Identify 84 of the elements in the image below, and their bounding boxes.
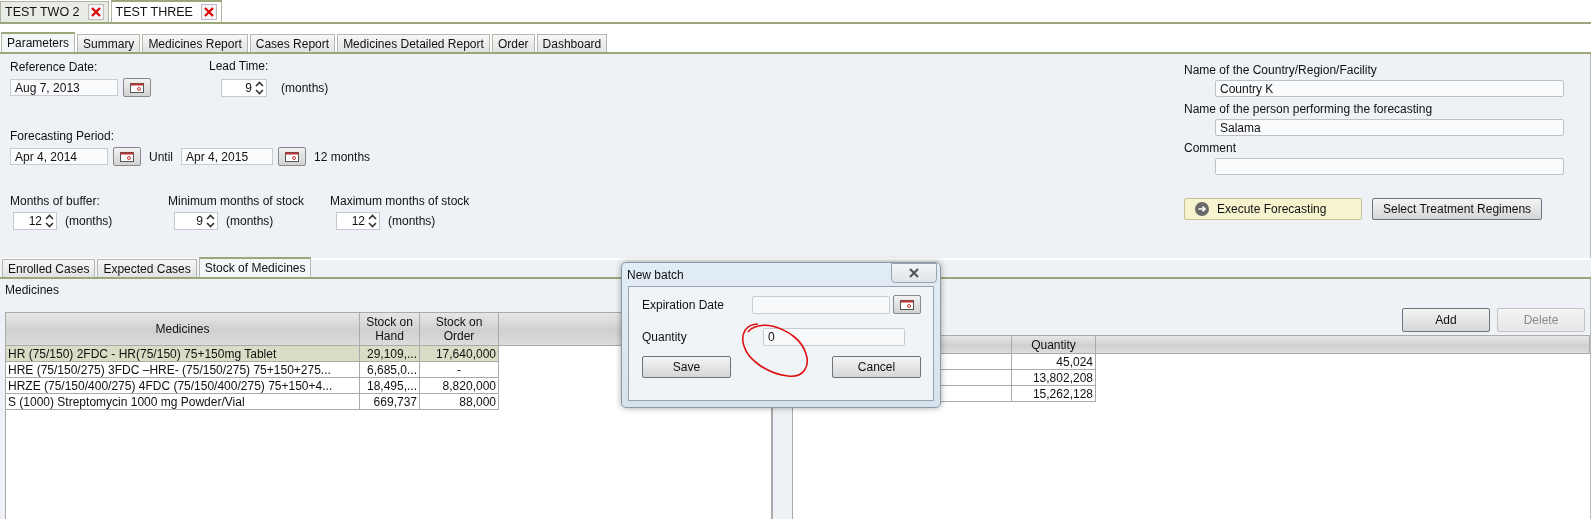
arrow-circle-icon <box>1195 202 1209 216</box>
calendar-button[interactable] <box>893 295 921 314</box>
calendar-button[interactable] <box>113 147 141 166</box>
field-label: Name of the person performing the forecasting <box>1184 102 1434 116</box>
field-label: Expiration Date <box>642 297 726 312</box>
field-label: Minimum months of stock <box>168 194 306 208</box>
unit-label: (months) <box>281 81 329 95</box>
table-cell: 88,000 <box>420 394 499 410</box>
table-cell: 13,802,208 <box>1012 370 1096 386</box>
unit-label: (months) <box>226 214 274 228</box>
tab[interactable]: Medicines Report <box>142 34 248 52</box>
add-button[interactable]: Add <box>1402 308 1490 332</box>
column-header[interactable]: Medicines <box>6 313 360 346</box>
table-cell: 8,820,000 <box>420 378 499 394</box>
spinner-arrows-icon[interactable] <box>368 214 377 228</box>
calendar-icon <box>120 151 134 162</box>
table-cell: 17,640,000 <box>420 346 499 362</box>
field-label: Months of buffer: <box>10 194 101 208</box>
tab[interactable]: Stock of Medicines <box>198 257 312 277</box>
tab[interactable]: Expected Cases <box>97 259 197 277</box>
close-button[interactable] <box>891 262 937 283</box>
field-label: Quantity <box>642 330 688 344</box>
tab[interactable]: Order <box>491 34 535 52</box>
table-cell[interactable]: HRZE (75/150/400/275) 4FDC (75/150/400/275) 75+150+4... <box>6 378 360 394</box>
date-field[interactable]: Apr 4, 2014 <box>10 148 108 165</box>
table-cell: - <box>420 362 499 378</box>
number-spinner[interactable]: 9 <box>174 212 218 230</box>
column-header[interactable]: Stock on Order <box>420 313 499 346</box>
document-tab[interactable]: TEST TWO 2 <box>0 1 109 22</box>
calendar-button[interactable] <box>123 78 151 97</box>
date-field[interactable]: Aug 7, 2013 <box>10 79 118 96</box>
calendar-icon <box>900 299 914 310</box>
column-header[interactable]: Quantity <box>1012 336 1096 354</box>
spinner-arrows-icon[interactable] <box>255 81 264 95</box>
number-spinner[interactable]: 9 <box>221 79 267 97</box>
table-cell[interactable]: HR (75/150) 2FDC - HR(75/150) 75+150mg Tablet <box>6 346 360 362</box>
field-label: Forecasting Period: <box>10 129 116 143</box>
execute-button[interactable]: Execute Forecasting <box>1184 198 1362 220</box>
select-button[interactable]: Select Treatment Regimens <box>1372 198 1543 220</box>
tab[interactable]: Cases Report <box>249 34 336 52</box>
field-label: Lead Time: <box>209 59 270 73</box>
document-tab-label[interactable]: TEST TWO 2 <box>5 5 80 19</box>
unit-label: (months) <box>388 214 436 228</box>
calendar-icon <box>285 151 299 162</box>
calendar-icon <box>130 82 144 93</box>
duration-label: 12 months <box>314 149 371 164</box>
text-field[interactable]: Country K <box>1215 80 1564 97</box>
date-field[interactable] <box>752 295 890 314</box>
table-cell: 45,024 <box>1012 354 1096 370</box>
close-icon[interactable] <box>909 267 919 278</box>
table-cell: 29,109,... <box>360 346 420 362</box>
quantity-field[interactable]: 0 <box>763 328 905 346</box>
tab[interactable]: Parameters <box>1 32 76 52</box>
column-header[interactable]: Stock on Hand <box>360 313 420 346</box>
table-cell: 18,495,... <box>360 378 420 394</box>
tab[interactable]: Enrolled Cases <box>2 259 96 277</box>
save-button[interactable]: Save <box>642 356 731 378</box>
table-cell[interactable]: HRE (75/150/275) 3FDC –HRE- (75/150/275) 75+150+275... <box>6 362 360 378</box>
number-spinner[interactable]: 12 <box>13 212 57 230</box>
field-label: Comment <box>1184 141 1237 155</box>
table-cell: 15,262,128 <box>1012 386 1096 402</box>
tab[interactable]: Summary <box>77 34 141 52</box>
field-label: Maximum months of stock <box>330 194 471 208</box>
panel-title: Medicines <box>4 282 61 299</box>
text-field[interactable]: Salama <box>1215 119 1564 136</box>
document-tab-label[interactable]: TEST THREE <box>115 5 193 19</box>
tab[interactable]: Medicines Detailed Report <box>337 34 490 52</box>
table-cell: 669,737 <box>360 394 420 410</box>
field-label: Name of the Country/Region/Facility <box>1184 63 1378 77</box>
document-tab[interactable]: TEST THREE <box>110 0 222 22</box>
unit-label: (months) <box>65 214 113 228</box>
table-cell: 6,685,0... <box>360 362 420 378</box>
calendar-button[interactable] <box>278 147 306 166</box>
tab[interactable]: Dashboard <box>536 34 608 52</box>
dialog-title: New batch <box>627 267 684 282</box>
spinner-arrows-icon[interactable] <box>206 214 215 228</box>
until-label: Until <box>149 149 173 164</box>
number-spinner[interactable]: 12 <box>336 212 380 230</box>
date-field[interactable]: Apr 4, 2015 <box>181 148 273 165</box>
text-field[interactable] <box>1215 158 1564 175</box>
table-cell[interactable]: S (1000) Streptomycin 1000 mg Powder/Vial <box>6 394 360 410</box>
spinner-arrows-icon[interactable] <box>45 214 54 228</box>
cancel-button[interactable]: Cancel <box>832 356 921 378</box>
field-label: Reference Date: <box>10 60 99 74</box>
